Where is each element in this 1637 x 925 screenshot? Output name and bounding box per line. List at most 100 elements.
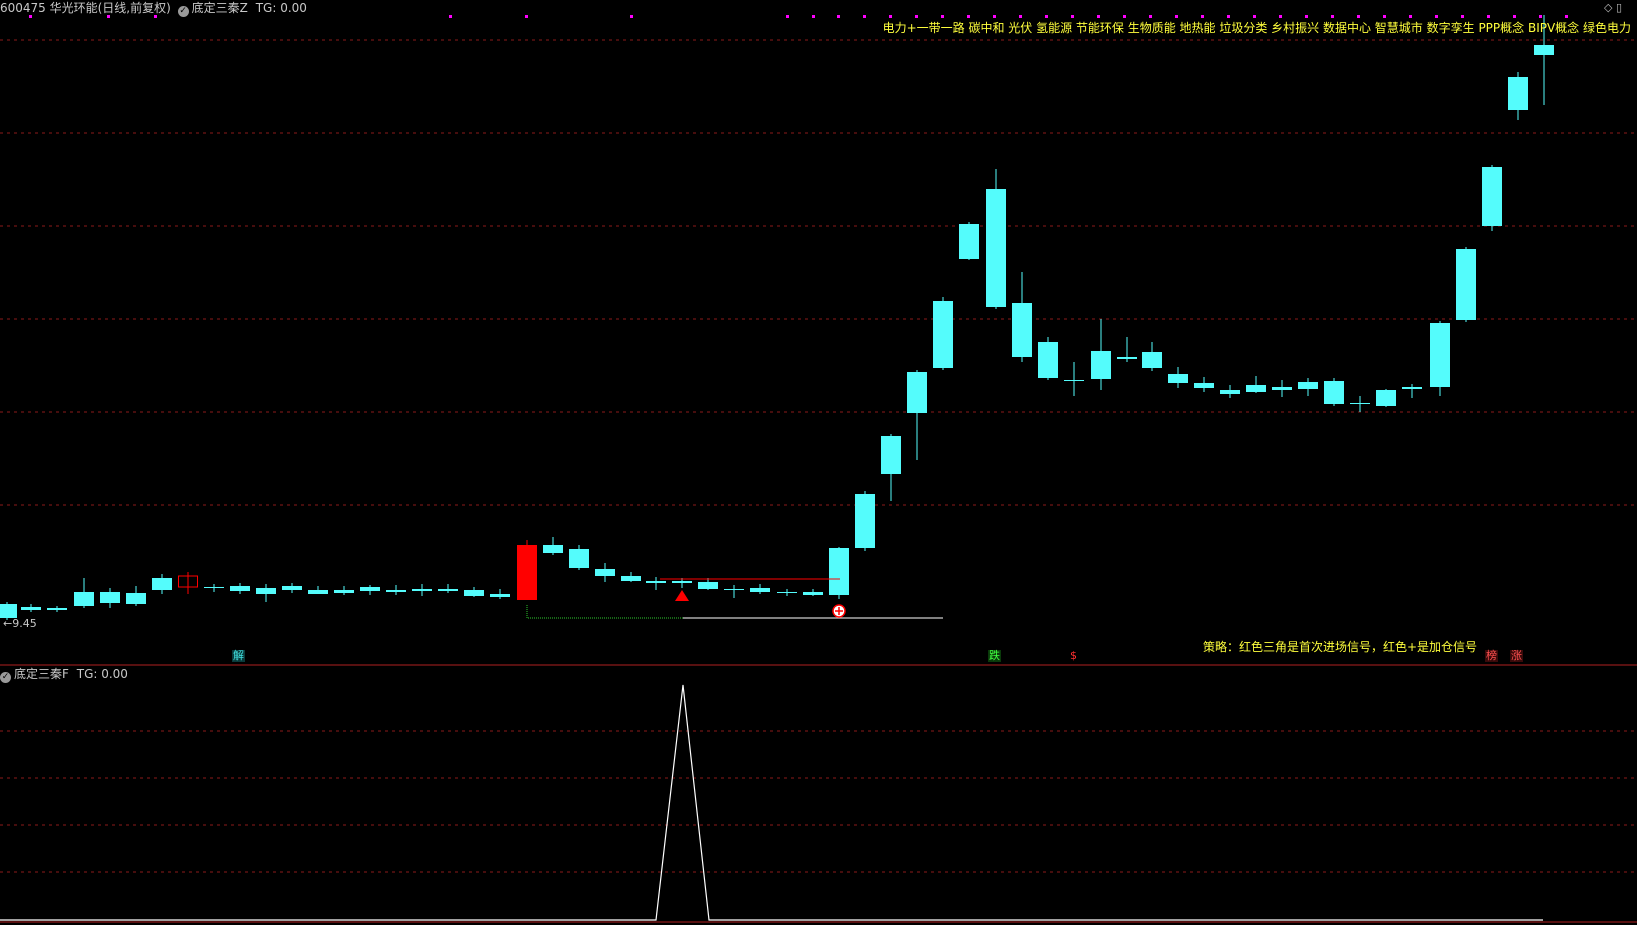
signal-line <box>0 684 1543 921</box>
diamond-icon[interactable]: ◇ <box>1604 1 1612 14</box>
candlestick-chart[interactable] <box>0 0 1637 925</box>
event-tag-list[interactable]: 榜 <box>1485 650 1498 662</box>
stock-title: 600475 华光环能(日线,前复权) <box>0 1 171 15</box>
candle-body <box>1402 387 1422 389</box>
candle-body <box>1456 249 1476 320</box>
marker-dot <box>1357 15 1360 18</box>
candle-body <box>152 578 172 590</box>
candle-body <box>829 548 849 595</box>
chart-header: 600475 华光环能(日线,前复权) ✓ 底定三秦Z TG: 0.00 <box>0 1 307 17</box>
candle-body <box>1430 323 1450 387</box>
indicator-name: 底定三秦Z <box>191 1 248 15</box>
marker-dot <box>1513 15 1516 18</box>
candle-body <box>1298 382 1318 389</box>
candle-body <box>256 588 276 594</box>
marker-dot <box>967 15 970 18</box>
marker-dot <box>1435 15 1438 18</box>
candle-body <box>855 494 875 548</box>
candle-body <box>1350 403 1370 404</box>
marker-dot <box>993 15 996 18</box>
event-tag-dollar[interactable]: $ <box>1069 650 1078 662</box>
candle-body <box>1324 381 1344 404</box>
strategy-note: 策略：红色三角是首次进场信号，红色+是加仓信号 <box>1203 640 1478 654</box>
support-line-green <box>526 605 683 619</box>
marker-dot <box>449 15 452 18</box>
candle-body <box>1482 167 1502 226</box>
candle-body <box>100 592 120 603</box>
tg-value: TG: 0.00 <box>255 1 307 15</box>
candle-body <box>334 590 354 593</box>
candle-body <box>1064 380 1084 381</box>
marker-dot <box>1279 15 1282 18</box>
marker-dot <box>837 15 840 18</box>
event-tag-unlock[interactable]: 解 <box>232 650 245 662</box>
marker-dot <box>1227 15 1230 18</box>
marker-dot <box>1201 15 1204 18</box>
sub-indicator-name: 底定三秦F <box>14 667 69 681</box>
candle-body <box>412 589 432 591</box>
settings-icon[interactable]: ✓ <box>0 672 11 683</box>
low-price-label: ←9.45 <box>3 617 37 630</box>
candle-body <box>1117 357 1137 359</box>
marker-dot <box>1175 15 1178 18</box>
candle-body <box>47 608 67 610</box>
panel-toggle-icon[interactable]: ▯ <box>1616 1 1622 14</box>
marker-dot <box>812 15 815 18</box>
concept-list: 电力+一带一路 碳中和 光伏 氢能源 节能环保 生物质能 地热能 垃圾分类 乡村… <box>882 21 1631 35</box>
candle-body <box>230 586 250 591</box>
candle-body <box>282 586 302 590</box>
marker-dot <box>1409 15 1412 18</box>
marker-dot <box>1149 15 1152 18</box>
event-tag-rise[interactable]: 涨 <box>1510 650 1523 662</box>
candle-body <box>386 590 406 592</box>
candle-body <box>1012 303 1032 357</box>
candle-body <box>1220 390 1240 394</box>
candle-body <box>698 582 718 589</box>
candle-body <box>204 587 224 588</box>
marker-dot <box>941 15 944 18</box>
candle-body <box>1534 45 1554 55</box>
marker-dot <box>1461 15 1464 18</box>
marker-dot <box>889 15 892 18</box>
marker-dot <box>863 15 866 18</box>
triangle-up-icon <box>675 590 689 601</box>
marker-dot <box>1305 15 1308 18</box>
marker-dot <box>1097 15 1100 18</box>
sub-panel-header: ✓ 底定三秦F TG: 0.00 <box>0 667 128 683</box>
candle-body <box>672 581 692 583</box>
marker-dot <box>1123 15 1126 18</box>
candle-body <box>1376 390 1396 406</box>
settings-icon[interactable]: ✓ <box>177 6 189 17</box>
candle-body <box>986 189 1006 307</box>
candle-body <box>1246 385 1266 392</box>
marker-dot <box>915 15 918 18</box>
candle-body <box>517 545 537 600</box>
candle-body <box>907 372 927 413</box>
candle-body <box>959 224 979 259</box>
candle-body <box>595 569 615 576</box>
marker-dot <box>1253 15 1256 18</box>
candle-body <box>126 593 146 604</box>
candle-body <box>1194 383 1214 388</box>
marker-dot <box>1045 15 1048 18</box>
event-tag-drop[interactable]: 跌 <box>988 650 1001 662</box>
candle-body <box>490 594 510 597</box>
candle-body <box>0 604 17 618</box>
candle-body <box>360 587 380 591</box>
marker-dot <box>630 15 633 18</box>
candle-body <box>74 592 94 606</box>
marker-dot <box>1487 15 1490 18</box>
candle-body <box>21 607 41 610</box>
sub-tg-value: TG: 0.00 <box>76 667 128 681</box>
marker-dot <box>786 15 789 18</box>
candle-body <box>1142 352 1162 368</box>
candle-body <box>1272 387 1292 390</box>
candle-body <box>1038 342 1058 378</box>
candle-body <box>646 581 666 583</box>
candle-body <box>308 590 328 594</box>
candle-body <box>750 588 770 592</box>
candle-body <box>464 590 484 596</box>
marker-dot <box>1383 15 1386 18</box>
candle-body <box>881 436 901 474</box>
marker-dot <box>1539 15 1542 18</box>
